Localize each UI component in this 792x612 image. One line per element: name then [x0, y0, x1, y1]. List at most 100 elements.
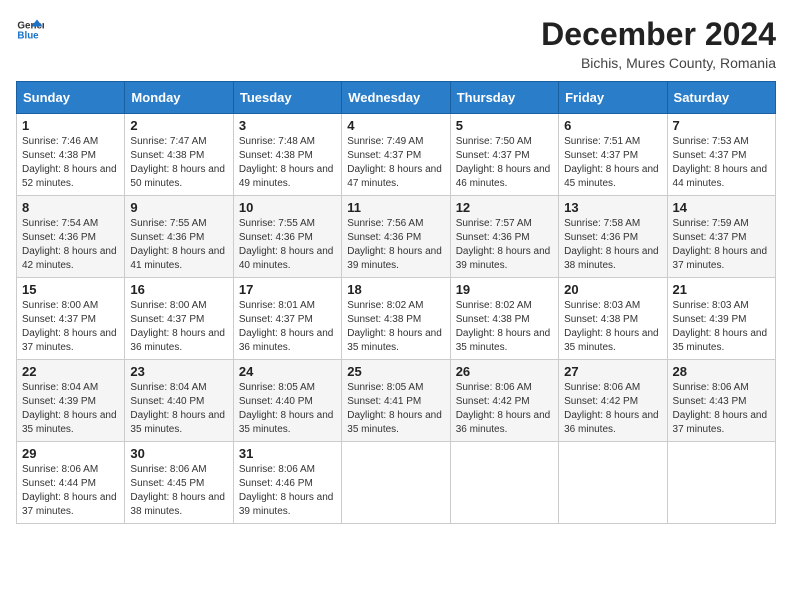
location-subtitle: Bichis, Mures County, Romania [541, 55, 776, 71]
day-cell: 5 Sunrise: 7:50 AMSunset: 4:37 PMDayligh… [450, 114, 558, 196]
day-cell: 22 Sunrise: 8:04 AMSunset: 4:39 PMDaylig… [17, 360, 125, 442]
day-info: Sunrise: 7:57 AMSunset: 4:36 PMDaylight:… [456, 217, 553, 273]
day-cell [559, 442, 667, 524]
day-cell: 30 Sunrise: 8:06 AMSunset: 4:45 PMDaylig… [125, 442, 233, 524]
day-number: 15 [22, 282, 119, 297]
day-cell: 1 Sunrise: 7:46 AMSunset: 4:38 PMDayligh… [17, 114, 125, 196]
day-number: 6 [564, 118, 661, 133]
day-number: 30 [130, 446, 227, 461]
week-row-2: 8 Sunrise: 7:54 AMSunset: 4:36 PMDayligh… [17, 196, 776, 278]
title-block: December 2024 Bichis, Mures County, Roma… [541, 16, 776, 71]
day-number: 20 [564, 282, 661, 297]
day-number: 3 [239, 118, 336, 133]
day-cell: 11 Sunrise: 7:56 AMSunset: 4:36 PMDaylig… [342, 196, 450, 278]
day-cell: 19 Sunrise: 8:02 AMSunset: 4:38 PMDaylig… [450, 278, 558, 360]
week-row-4: 22 Sunrise: 8:04 AMSunset: 4:39 PMDaylig… [17, 360, 776, 442]
logo: General Blue [16, 16, 44, 44]
day-cell [450, 442, 558, 524]
page-header: General Blue December 2024 Bichis, Mures… [16, 16, 776, 71]
day-info: Sunrise: 8:03 AMSunset: 4:38 PMDaylight:… [564, 299, 661, 355]
day-cell: 21 Sunrise: 8:03 AMSunset: 4:39 PMDaylig… [667, 278, 775, 360]
day-cell: 29 Sunrise: 8:06 AMSunset: 4:44 PMDaylig… [17, 442, 125, 524]
day-number: 24 [239, 364, 336, 379]
day-info: Sunrise: 8:06 AMSunset: 4:42 PMDaylight:… [564, 381, 661, 437]
week-row-5: 29 Sunrise: 8:06 AMSunset: 4:44 PMDaylig… [17, 442, 776, 524]
col-header-monday: Monday [125, 82, 233, 114]
day-info: Sunrise: 7:55 AMSunset: 4:36 PMDaylight:… [130, 217, 227, 273]
day-info: Sunrise: 7:55 AMSunset: 4:36 PMDaylight:… [239, 217, 336, 273]
day-info: Sunrise: 8:02 AMSunset: 4:38 PMDaylight:… [456, 299, 553, 355]
day-cell: 16 Sunrise: 8:00 AMSunset: 4:37 PMDaylig… [125, 278, 233, 360]
day-info: Sunrise: 8:06 AMSunset: 4:45 PMDaylight:… [130, 463, 227, 519]
calendar-table: SundayMondayTuesdayWednesdayThursdayFrid… [16, 81, 776, 524]
day-info: Sunrise: 7:54 AMSunset: 4:36 PMDaylight:… [22, 217, 119, 273]
month-title: December 2024 [541, 16, 776, 53]
day-info: Sunrise: 8:00 AMSunset: 4:37 PMDaylight:… [130, 299, 227, 355]
day-cell: 10 Sunrise: 7:55 AMSunset: 4:36 PMDaylig… [233, 196, 341, 278]
day-number: 2 [130, 118, 227, 133]
day-number: 9 [130, 200, 227, 215]
day-info: Sunrise: 7:47 AMSunset: 4:38 PMDaylight:… [130, 135, 227, 191]
col-header-saturday: Saturday [667, 82, 775, 114]
day-number: 12 [456, 200, 553, 215]
day-number: 1 [22, 118, 119, 133]
day-info: Sunrise: 8:05 AMSunset: 4:41 PMDaylight:… [347, 381, 444, 437]
day-cell: 25 Sunrise: 8:05 AMSunset: 4:41 PMDaylig… [342, 360, 450, 442]
day-number: 4 [347, 118, 444, 133]
day-cell: 8 Sunrise: 7:54 AMSunset: 4:36 PMDayligh… [17, 196, 125, 278]
day-info: Sunrise: 7:49 AMSunset: 4:37 PMDaylight:… [347, 135, 444, 191]
day-number: 7 [673, 118, 770, 133]
day-info: Sunrise: 7:51 AMSunset: 4:37 PMDaylight:… [564, 135, 661, 191]
day-number: 31 [239, 446, 336, 461]
day-info: Sunrise: 8:06 AMSunset: 4:43 PMDaylight:… [673, 381, 770, 437]
day-number: 29 [22, 446, 119, 461]
day-cell: 17 Sunrise: 8:01 AMSunset: 4:37 PMDaylig… [233, 278, 341, 360]
day-cell: 24 Sunrise: 8:05 AMSunset: 4:40 PMDaylig… [233, 360, 341, 442]
day-cell: 3 Sunrise: 7:48 AMSunset: 4:38 PMDayligh… [233, 114, 341, 196]
day-info: Sunrise: 8:02 AMSunset: 4:38 PMDaylight:… [347, 299, 444, 355]
day-cell [667, 442, 775, 524]
day-info: Sunrise: 7:50 AMSunset: 4:37 PMDaylight:… [456, 135, 553, 191]
days-header-row: SundayMondayTuesdayWednesdayThursdayFrid… [17, 82, 776, 114]
day-cell: 18 Sunrise: 8:02 AMSunset: 4:38 PMDaylig… [342, 278, 450, 360]
day-number: 11 [347, 200, 444, 215]
day-info: Sunrise: 7:48 AMSunset: 4:38 PMDaylight:… [239, 135, 336, 191]
day-number: 26 [456, 364, 553, 379]
day-number: 13 [564, 200, 661, 215]
col-header-friday: Friday [559, 82, 667, 114]
day-number: 25 [347, 364, 444, 379]
day-info: Sunrise: 7:46 AMSunset: 4:38 PMDaylight:… [22, 135, 119, 191]
day-info: Sunrise: 8:04 AMSunset: 4:39 PMDaylight:… [22, 381, 119, 437]
day-info: Sunrise: 8:06 AMSunset: 4:42 PMDaylight:… [456, 381, 553, 437]
day-number: 8 [22, 200, 119, 215]
day-cell: 7 Sunrise: 7:53 AMSunset: 4:37 PMDayligh… [667, 114, 775, 196]
day-number: 21 [673, 282, 770, 297]
day-number: 28 [673, 364, 770, 379]
day-info: Sunrise: 8:01 AMSunset: 4:37 PMDaylight:… [239, 299, 336, 355]
day-number: 16 [130, 282, 227, 297]
day-cell: 23 Sunrise: 8:04 AMSunset: 4:40 PMDaylig… [125, 360, 233, 442]
day-cell: 14 Sunrise: 7:59 AMSunset: 4:37 PMDaylig… [667, 196, 775, 278]
day-info: Sunrise: 7:59 AMSunset: 4:37 PMDaylight:… [673, 217, 770, 273]
col-header-sunday: Sunday [17, 82, 125, 114]
day-number: 22 [22, 364, 119, 379]
col-header-wednesday: Wednesday [342, 82, 450, 114]
day-number: 23 [130, 364, 227, 379]
day-cell: 2 Sunrise: 7:47 AMSunset: 4:38 PMDayligh… [125, 114, 233, 196]
day-number: 18 [347, 282, 444, 297]
col-header-thursday: Thursday [450, 82, 558, 114]
week-row-3: 15 Sunrise: 8:00 AMSunset: 4:37 PMDaylig… [17, 278, 776, 360]
week-row-1: 1 Sunrise: 7:46 AMSunset: 4:38 PMDayligh… [17, 114, 776, 196]
day-cell: 12 Sunrise: 7:57 AMSunset: 4:36 PMDaylig… [450, 196, 558, 278]
day-cell: 13 Sunrise: 7:58 AMSunset: 4:36 PMDaylig… [559, 196, 667, 278]
day-info: Sunrise: 8:00 AMSunset: 4:37 PMDaylight:… [22, 299, 119, 355]
day-info: Sunrise: 8:05 AMSunset: 4:40 PMDaylight:… [239, 381, 336, 437]
day-cell: 28 Sunrise: 8:06 AMSunset: 4:43 PMDaylig… [667, 360, 775, 442]
col-header-tuesday: Tuesday [233, 82, 341, 114]
day-cell: 4 Sunrise: 7:49 AMSunset: 4:37 PMDayligh… [342, 114, 450, 196]
day-number: 14 [673, 200, 770, 215]
day-cell: 9 Sunrise: 7:55 AMSunset: 4:36 PMDayligh… [125, 196, 233, 278]
day-cell: 31 Sunrise: 8:06 AMSunset: 4:46 PMDaylig… [233, 442, 341, 524]
day-info: Sunrise: 7:58 AMSunset: 4:36 PMDaylight:… [564, 217, 661, 273]
day-number: 19 [456, 282, 553, 297]
